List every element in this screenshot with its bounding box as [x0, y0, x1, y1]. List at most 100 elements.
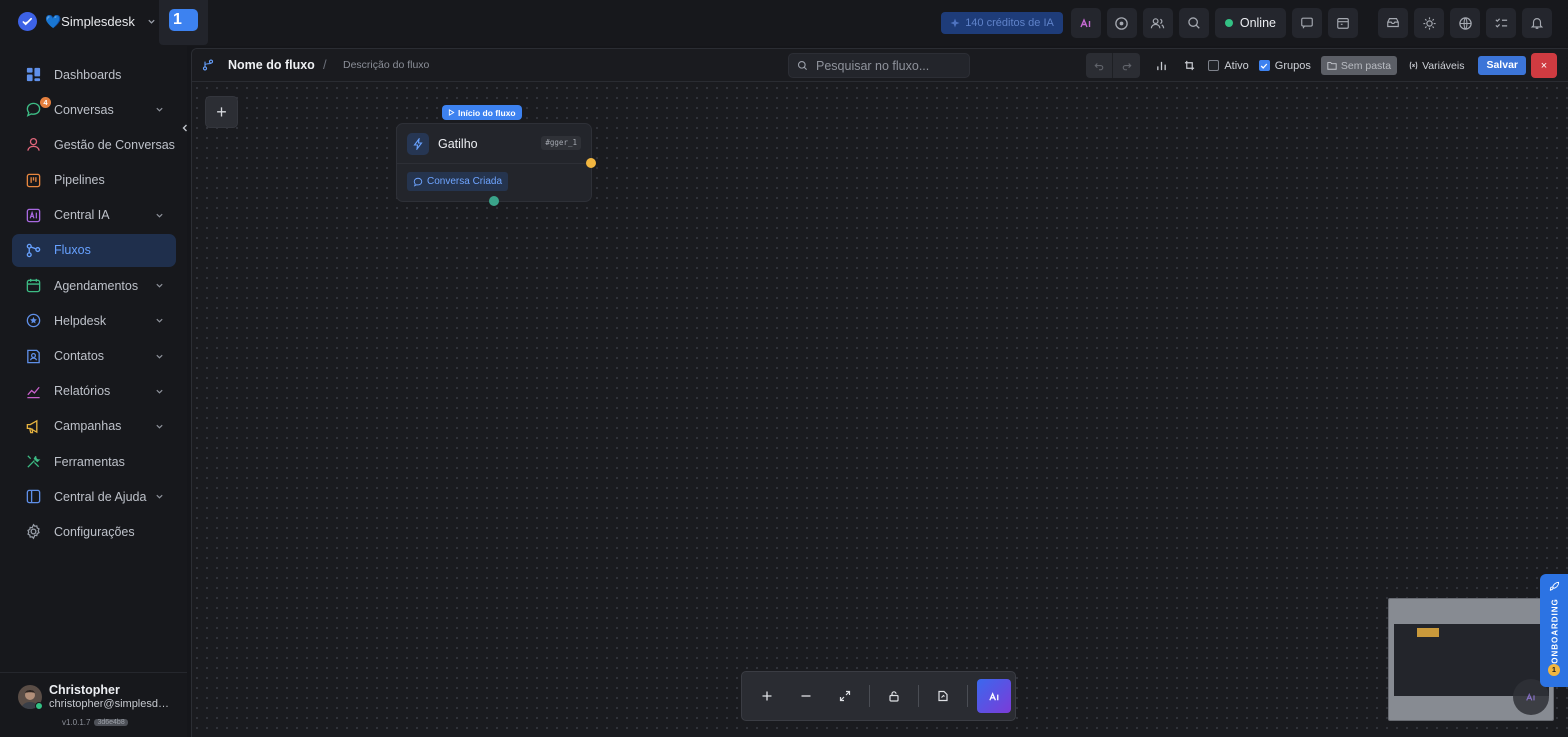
onboarding-tab[interactable]: ONBOARDING 1 [1540, 574, 1568, 687]
user-profile[interactable]: Christopher christopher@simplesdesk.com.… [0, 672, 187, 737]
zoom-in-button[interactable] [752, 681, 782, 711]
sidebar-item-relatorios[interactable]: Relatórios [12, 375, 176, 408]
stats-button[interactable] [1152, 57, 1170, 75]
sidebar-item-conversas[interactable]: 4 Conversas [12, 93, 176, 126]
trigger-node[interactable]: Gatilho #gger_1 Conversa Criada [396, 123, 592, 202]
canvas-controls [741, 671, 1016, 721]
groups-checkbox[interactable]: Grupos [1258, 60, 1311, 72]
node-bottom-handle[interactable] [489, 196, 499, 206]
lock-canvas-button[interactable] [879, 681, 909, 711]
sidebar-item-label: Central IA [54, 208, 110, 223]
sidebar-item-central-ajuda[interactable]: Central de Ajuda [12, 480, 176, 513]
add-node-button[interactable]: + [205, 96, 238, 128]
sidebar-item-helpdesk[interactable]: Helpdesk [12, 304, 176, 337]
redo-button[interactable] [1113, 53, 1141, 78]
tools-icon [27, 455, 41, 468]
tasks-button[interactable] [1486, 8, 1516, 38]
close-editor-button[interactable]: × [1531, 53, 1557, 78]
ai-assistant-button[interactable] [1070, 8, 1101, 38]
sidebar-item-contatos[interactable]: Contatos [12, 340, 176, 373]
app-version: v1.0.1.7 3d6e4b8 [62, 718, 128, 727]
active-checkbox-box [1208, 60, 1220, 71]
online-status-button[interactable]: Online [1214, 8, 1286, 38]
undo-button[interactable] [1086, 53, 1114, 78]
zoom-out-button[interactable] [791, 681, 821, 711]
ia-credits-label: 140 créditos de IA [965, 17, 1054, 29]
crop-icon [1184, 60, 1194, 71]
sidebar-item-fluxos[interactable]: Fluxos [12, 233, 176, 267]
folder-select-button[interactable]: Sem pasta [1320, 56, 1398, 75]
book-icon [26, 489, 41, 504]
global-search-button[interactable] [1178, 8, 1209, 38]
ia-credits-badge[interactable]: 140 créditos de IA [941, 12, 1063, 34]
rocket-icon [1549, 581, 1560, 591]
flow-editor-header: Nome do fluxo / Descrição do fluxo Pesqu… [192, 49, 1568, 82]
search-icon [1187, 16, 1201, 30]
language-button[interactable] [1450, 8, 1480, 38]
sidebar-item-gestao-conversas[interactable]: Gestão de Conversas [12, 128, 176, 161]
status-button[interactable] [1106, 8, 1137, 38]
layout-button[interactable] [1180, 57, 1198, 75]
calendar-button[interactable] [1328, 8, 1358, 38]
title-separator: / [323, 57, 327, 72]
workspace-switcher[interactable]: 💙Simplesdesk [18, 12, 156, 31]
save-button[interactable]: Salvar [1478, 56, 1526, 75]
node-output-handle[interactable] [586, 158, 596, 168]
flow-name[interactable]: Nome do fluxo [228, 58, 315, 72]
sidebar-item-label: Gestão de Conversas [54, 137, 175, 152]
sidebar-item-label: Conversas [54, 102, 114, 117]
inbox-button[interactable] [1378, 8, 1408, 38]
export-button[interactable] [928, 681, 958, 711]
contacts-icon [27, 349, 40, 363]
fit-view-button[interactable] [830, 681, 860, 711]
sidebar-item-campanhas[interactable]: Campanhas [12, 410, 176, 443]
chevron-down-icon [156, 389, 163, 394]
groups-checkbox-box [1258, 60, 1270, 71]
headset-icon [27, 138, 40, 152]
sidebar-item-ferramentas[interactable]: Ferramentas [12, 445, 176, 478]
flow-description[interactable]: Descrição do fluxo [343, 59, 429, 71]
flow-canvas[interactable]: + Início do fluxo Gatilho #gger_1 Conver… [192, 83, 1568, 737]
brand-logo-icon [18, 12, 37, 31]
ai-flow-builder-button[interactable] [977, 679, 1011, 713]
dashboard-icon [26, 67, 41, 82]
lock-icon [889, 691, 899, 702]
folder-icon [1327, 62, 1337, 70]
workspace-tab[interactable]: 1 [159, 0, 208, 45]
chevron-down-icon [156, 213, 163, 218]
user-email: christopher@simplesdesk.com.br [49, 698, 171, 710]
version-number: v1.0.1.7 [62, 718, 91, 727]
users-icon [1150, 16, 1165, 31]
minus-icon [801, 695, 811, 697]
chevron-down-icon [156, 319, 163, 323]
sidebar-item-dashboards[interactable]: Dashboards [12, 58, 176, 91]
flow-search-input[interactable]: Pesquisar no fluxo... [788, 53, 970, 78]
theme-toggle-button[interactable] [1414, 8, 1444, 38]
user-online-dot [35, 702, 43, 710]
minimap[interactable] [1388, 598, 1554, 721]
user-name: Christopher [49, 683, 120, 697]
chat-bubble-icon [413, 177, 423, 187]
message-icon [1300, 16, 1314, 30]
team-button[interactable] [1142, 8, 1173, 38]
sidebar-item-pipelines[interactable]: Pipelines [12, 164, 176, 197]
sidebar-item-label: Agendamentos [54, 278, 139, 293]
search-icon [797, 60, 808, 71]
node-title: Gatilho [438, 137, 478, 151]
close-icon: × [1540, 59, 1548, 72]
sidebar-item-central-ia[interactable]: Central IA [12, 199, 176, 232]
node-id: #gger_1 [541, 136, 581, 150]
notifications-button[interactable] [1522, 8, 1552, 38]
sidebar-item-configuracoes[interactable]: Configurações [12, 515, 176, 548]
trigger-event-tag[interactable]: Conversa Criada [407, 172, 509, 191]
chevron-down-icon [156, 107, 163, 112]
sidebar-item-label: Dashboards [54, 67, 122, 82]
sidebar-item-label: Fluxos [54, 243, 91, 258]
chat-button[interactable] [1292, 8, 1322, 38]
onboarding-label: ONBOARDING [1550, 598, 1560, 664]
flow-icon [26, 243, 41, 258]
active-checkbox[interactable]: Ativo [1208, 60, 1249, 72]
sidebar-item-agendamentos[interactable]: Agendamentos [12, 269, 176, 302]
calendar-icon [26, 279, 41, 293]
variables-button[interactable]: Variáveis [1409, 60, 1464, 72]
